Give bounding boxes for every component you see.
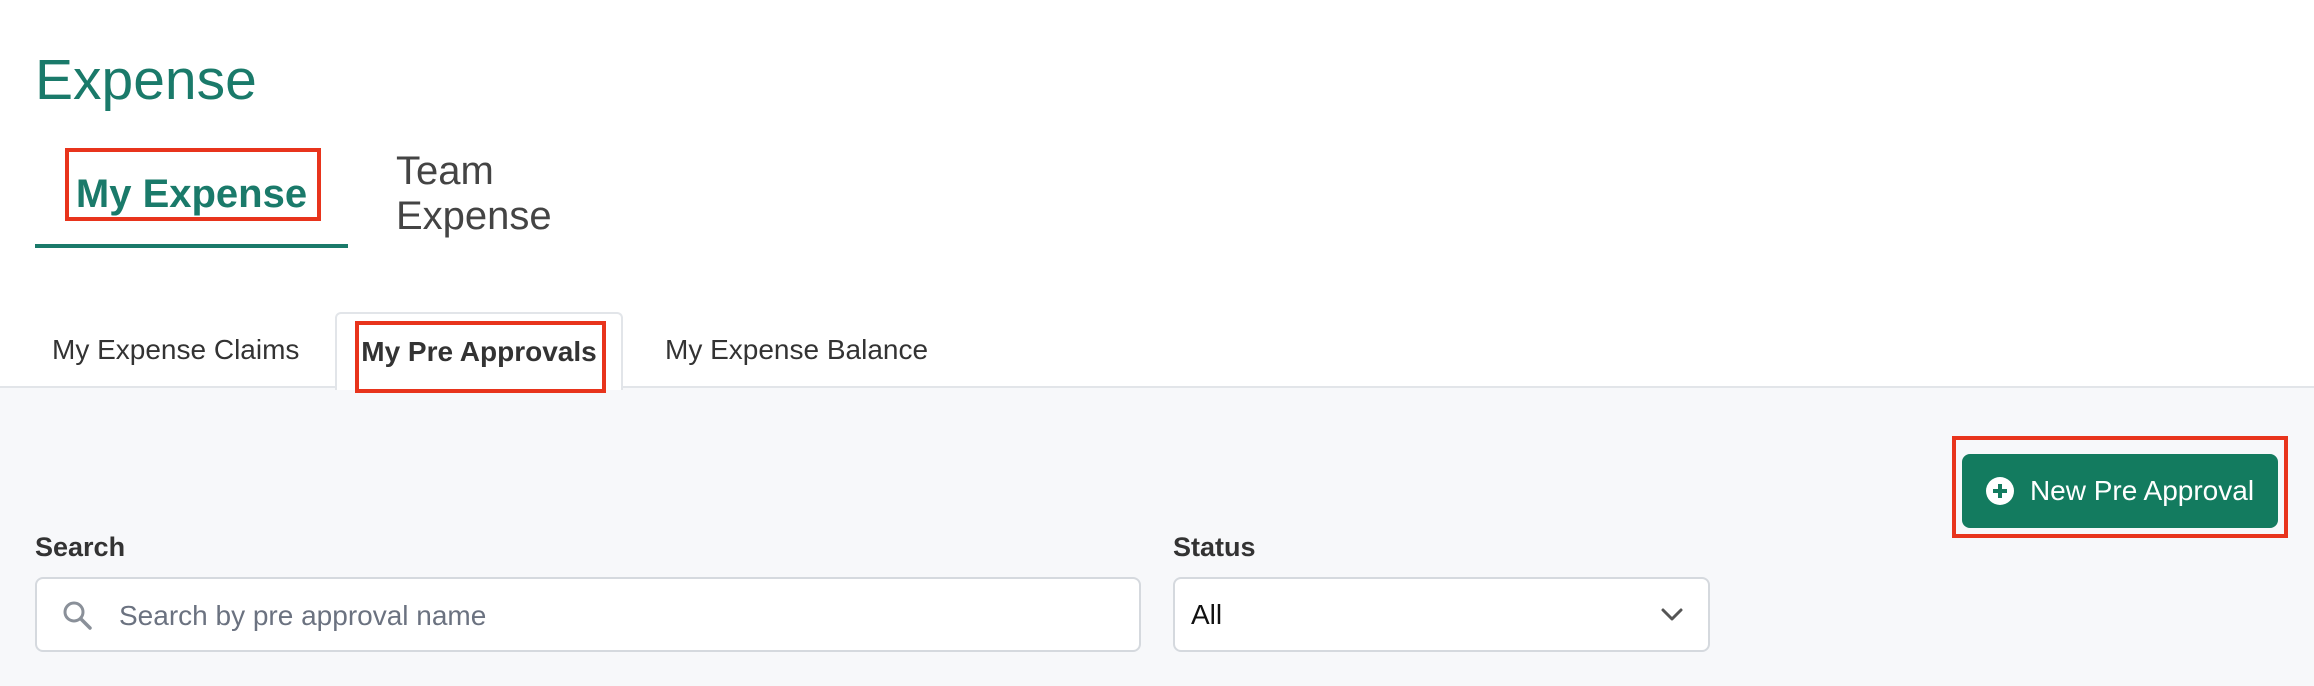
status-select[interactable]: All	[1173, 577, 1710, 652]
new-pre-approval-button[interactable]: New Pre Approval	[1962, 454, 2278, 528]
search-label: Search	[35, 532, 126, 562]
search-input[interactable]	[117, 579, 1121, 652]
tab-my-expense-balance[interactable]: My Expense Balance	[665, 312, 928, 388]
chevron-down-icon	[1661, 608, 1683, 621]
search-field[interactable]	[35, 577, 1141, 652]
tab-team-expense[interactable]: Team Expense	[396, 140, 655, 248]
status-value: All	[1191, 599, 1223, 630]
status-label: Status	[1173, 532, 1256, 562]
page-title: Expense	[35, 48, 257, 112]
content-area: New Pre Approval Search Status All	[0, 388, 2314, 686]
search-icon	[63, 601, 92, 630]
primary-tabs: My Expense Team Expense	[35, 140, 655, 248]
plus-circle-icon	[1985, 477, 2014, 505]
secondary-tabs: My Expense Claims My Pre Approvals My Ex…	[0, 312, 2314, 390]
tab-my-pre-approvals[interactable]: My Pre Approvals	[335, 312, 623, 390]
tab-my-expense-claims[interactable]: My Expense Claims	[52, 312, 299, 388]
tab-my-expense[interactable]: My Expense	[35, 140, 348, 248]
new-pre-approval-label: New Pre Approval	[2029, 475, 2255, 506]
